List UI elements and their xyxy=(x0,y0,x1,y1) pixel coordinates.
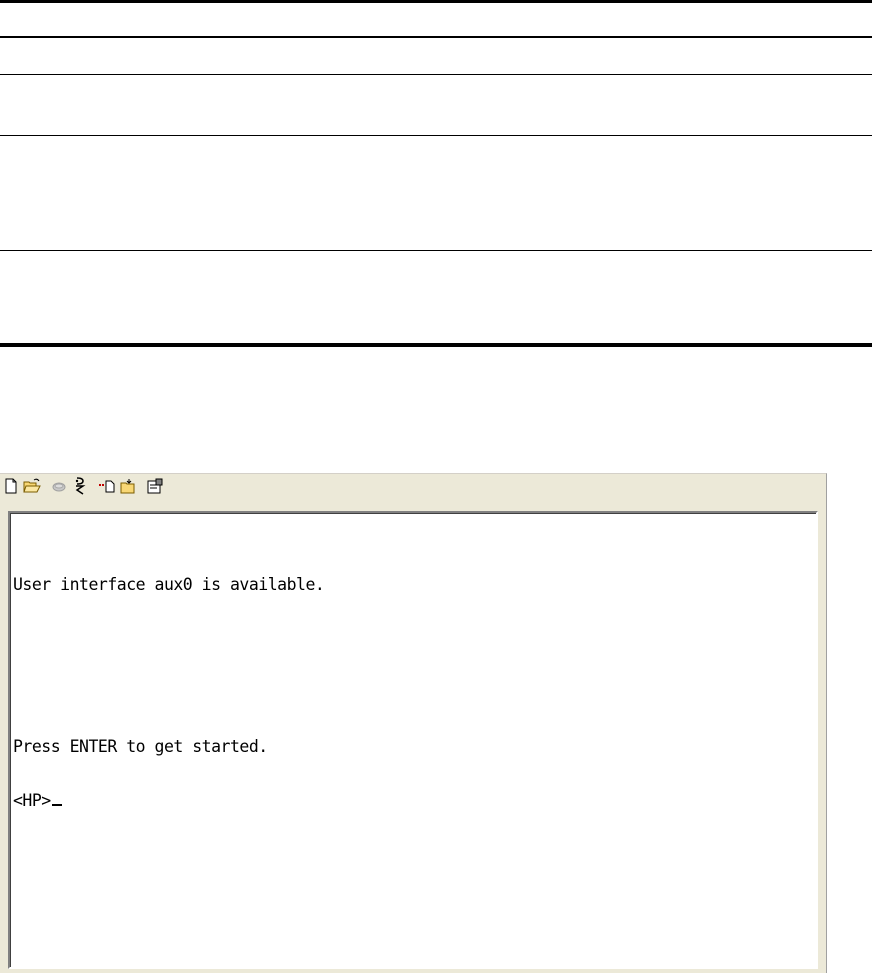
disconnect-button[interactable] xyxy=(70,476,90,496)
terminal-frame: User interface aux0 is available. Press … xyxy=(8,511,818,969)
open-folder-icon xyxy=(23,478,41,494)
toolbar xyxy=(0,474,826,498)
properties-button[interactable] xyxy=(145,476,165,496)
send-file-icon xyxy=(98,478,116,494)
receive-button[interactable] xyxy=(118,476,138,496)
disconnect-phone-icon xyxy=(73,477,87,495)
table-row xyxy=(0,136,872,250)
terminal-prompt-line: <HP> xyxy=(13,792,324,810)
open-button[interactable] xyxy=(22,476,42,496)
receive-file-icon xyxy=(119,478,137,494)
connect-phone-icon xyxy=(51,478,67,494)
table-row xyxy=(0,75,872,135)
send-button[interactable] xyxy=(97,476,117,496)
new-file-button[interactable] xyxy=(1,476,21,496)
table-row xyxy=(0,38,872,74)
properties-icon xyxy=(147,478,163,494)
table-row xyxy=(0,251,872,343)
connect-button[interactable] xyxy=(49,476,69,496)
table-bottom-rule xyxy=(0,343,872,347)
terminal-output: User interface aux0 is available. Press … xyxy=(13,540,325,846)
terminal-line: Press ENTER to get started. xyxy=(13,737,268,756)
table-header-row xyxy=(0,3,872,36)
new-file-icon xyxy=(4,478,18,494)
text-cursor xyxy=(51,804,62,806)
terminal-line: User interface aux0 is available. xyxy=(13,575,325,594)
terminal-prompt: <HP> xyxy=(13,791,51,810)
terminal-screen[interactable]: User interface aux0 is available. Press … xyxy=(10,513,816,967)
terminal-window: User interface aux0 is available. Press … xyxy=(0,473,827,973)
document-table xyxy=(0,0,872,350)
